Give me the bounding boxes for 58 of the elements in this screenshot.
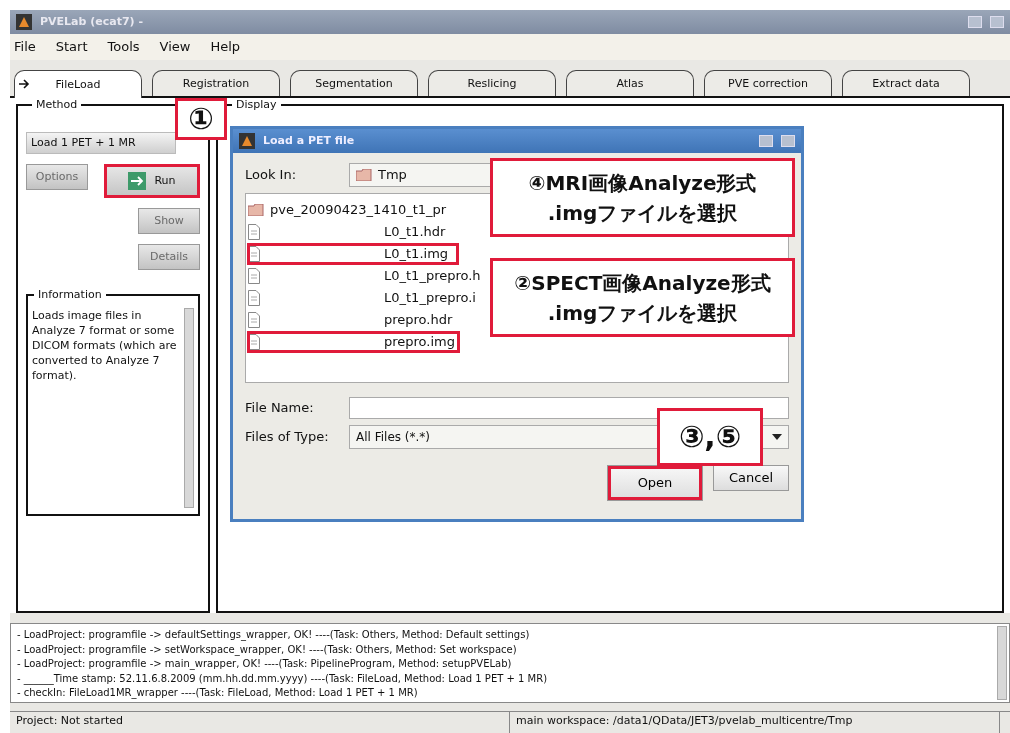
tab[interactable]: Extract data	[842, 69, 970, 96]
log-line: - checkIn: FileLoad1MR_wrapper ----(Task: FileLoad, Method: Load 1 PET + 1 MR)	[17, 686, 419, 701]
field-label: File Name:	[245, 400, 315, 416]
list-row[interactable]: prepro.hdr	[248, 309, 458, 330]
log-line: - LoadProject: programfile -> main_wrapper, OK! ----(Task: PipelineProgram, Method: setupPVELab)	[17, 657, 513, 672]
menu-item[interactable]: View	[157, 39, 193, 55]
annotation-tooltip: ①	[175, 98, 227, 140]
tab[interactable]: Segmentation	[290, 69, 418, 96]
document-icon	[248, 267, 260, 284]
menu-item[interactable]: Help	[208, 39, 243, 55]
minimize-button[interactable]	[968, 16, 982, 28]
scrollbar[interactable]	[997, 626, 1007, 701]
list-row[interactable]: prepro.img	[248, 331, 459, 352]
document-icon	[248, 311, 260, 328]
menu-item[interactable]: Start	[53, 39, 90, 55]
document-icon	[248, 333, 260, 350]
maximize-button[interactable]	[759, 134, 773, 147]
panel-title: Information	[34, 287, 106, 301]
field-label: Look In:	[245, 167, 298, 183]
maximize-button[interactable]	[990, 16, 1004, 28]
list-row[interactable]: L0_t1.hdr	[248, 221, 458, 242]
window-title: PVELab (ecat7) -	[40, 15, 144, 29]
scrollbar[interactable]	[184, 307, 194, 508]
caret-icon	[772, 433, 782, 440]
field-label: Files of Type:	[245, 429, 330, 445]
tab[interactable]: FileLoad	[14, 69, 142, 98]
menu-item[interactable]: File	[12, 39, 38, 55]
annotation-tooltip: ③,⑤	[657, 408, 763, 466]
tab[interactable]: Registration	[152, 69, 280, 96]
list-row[interactable]: pve_20090423_1410_t1_pr	[248, 199, 458, 220]
status-text: Project: Not started	[10, 712, 510, 733]
annotation-tooltip: ②SPECT画像Analyze形式 .imgファイルを選択	[490, 258, 795, 337]
tab[interactable]: Atlas	[566, 69, 694, 96]
method-dropdown[interactable]: Load 1 PET + 1 MR	[26, 131, 176, 154]
log-line: - ______Time stamp: 52.11.6.8.2009 (mm.hh.dd.mm.yyyy) ----(Task: FileLoad, Method: Load 1 PET + 1 MR)	[17, 671, 549, 687]
document-icon	[248, 223, 260, 240]
menu-item[interactable]: Tools	[105, 39, 142, 55]
list-row[interactable]: L0_t1.img	[248, 243, 458, 264]
dialog-title: Load a PET file	[263, 134, 356, 148]
dialog-button[interactable]: Cancel	[713, 464, 789, 491]
list-row[interactable]: L0_t1_prepro.i	[248, 287, 480, 308]
tab[interactable]: PVE correction	[704, 69, 832, 96]
arrow-icon	[18, 78, 30, 89]
status-text: main workspace: /data1/QData/JET3/pvelab_multicentre/Tmp	[510, 712, 1000, 733]
panel-button[interactable]: Run	[104, 163, 200, 198]
list-row[interactable]: L0_t1_prepro.h	[248, 265, 485, 286]
folder-icon	[248, 203, 264, 216]
information-text: Loads image files in Analyze 7 format or some DICOM formats (which are converted to Analyze 7 format).	[32, 307, 178, 383]
log-line: - LoadProject: programfile -> setWorkspace_wrapper, OK! ----(Task: Others, Method: Set workspace)	[17, 642, 518, 658]
dialog-button[interactable]: Open	[607, 464, 703, 501]
folder-icon	[356, 168, 372, 181]
annotation-tooltip: ④MRI画像Analyze形式 .imgファイルを選択	[490, 158, 795, 237]
log-line: - LoadProject: programfile -> defaultSettings_wrapper, OK! ----(Task: Others, Method: Default settings)	[17, 628, 531, 643]
app-icon	[239, 132, 255, 149]
document-icon	[248, 289, 260, 306]
tab[interactable]: Reslicing	[428, 69, 556, 96]
app-icon	[16, 14, 32, 30]
document-icon	[248, 245, 260, 262]
